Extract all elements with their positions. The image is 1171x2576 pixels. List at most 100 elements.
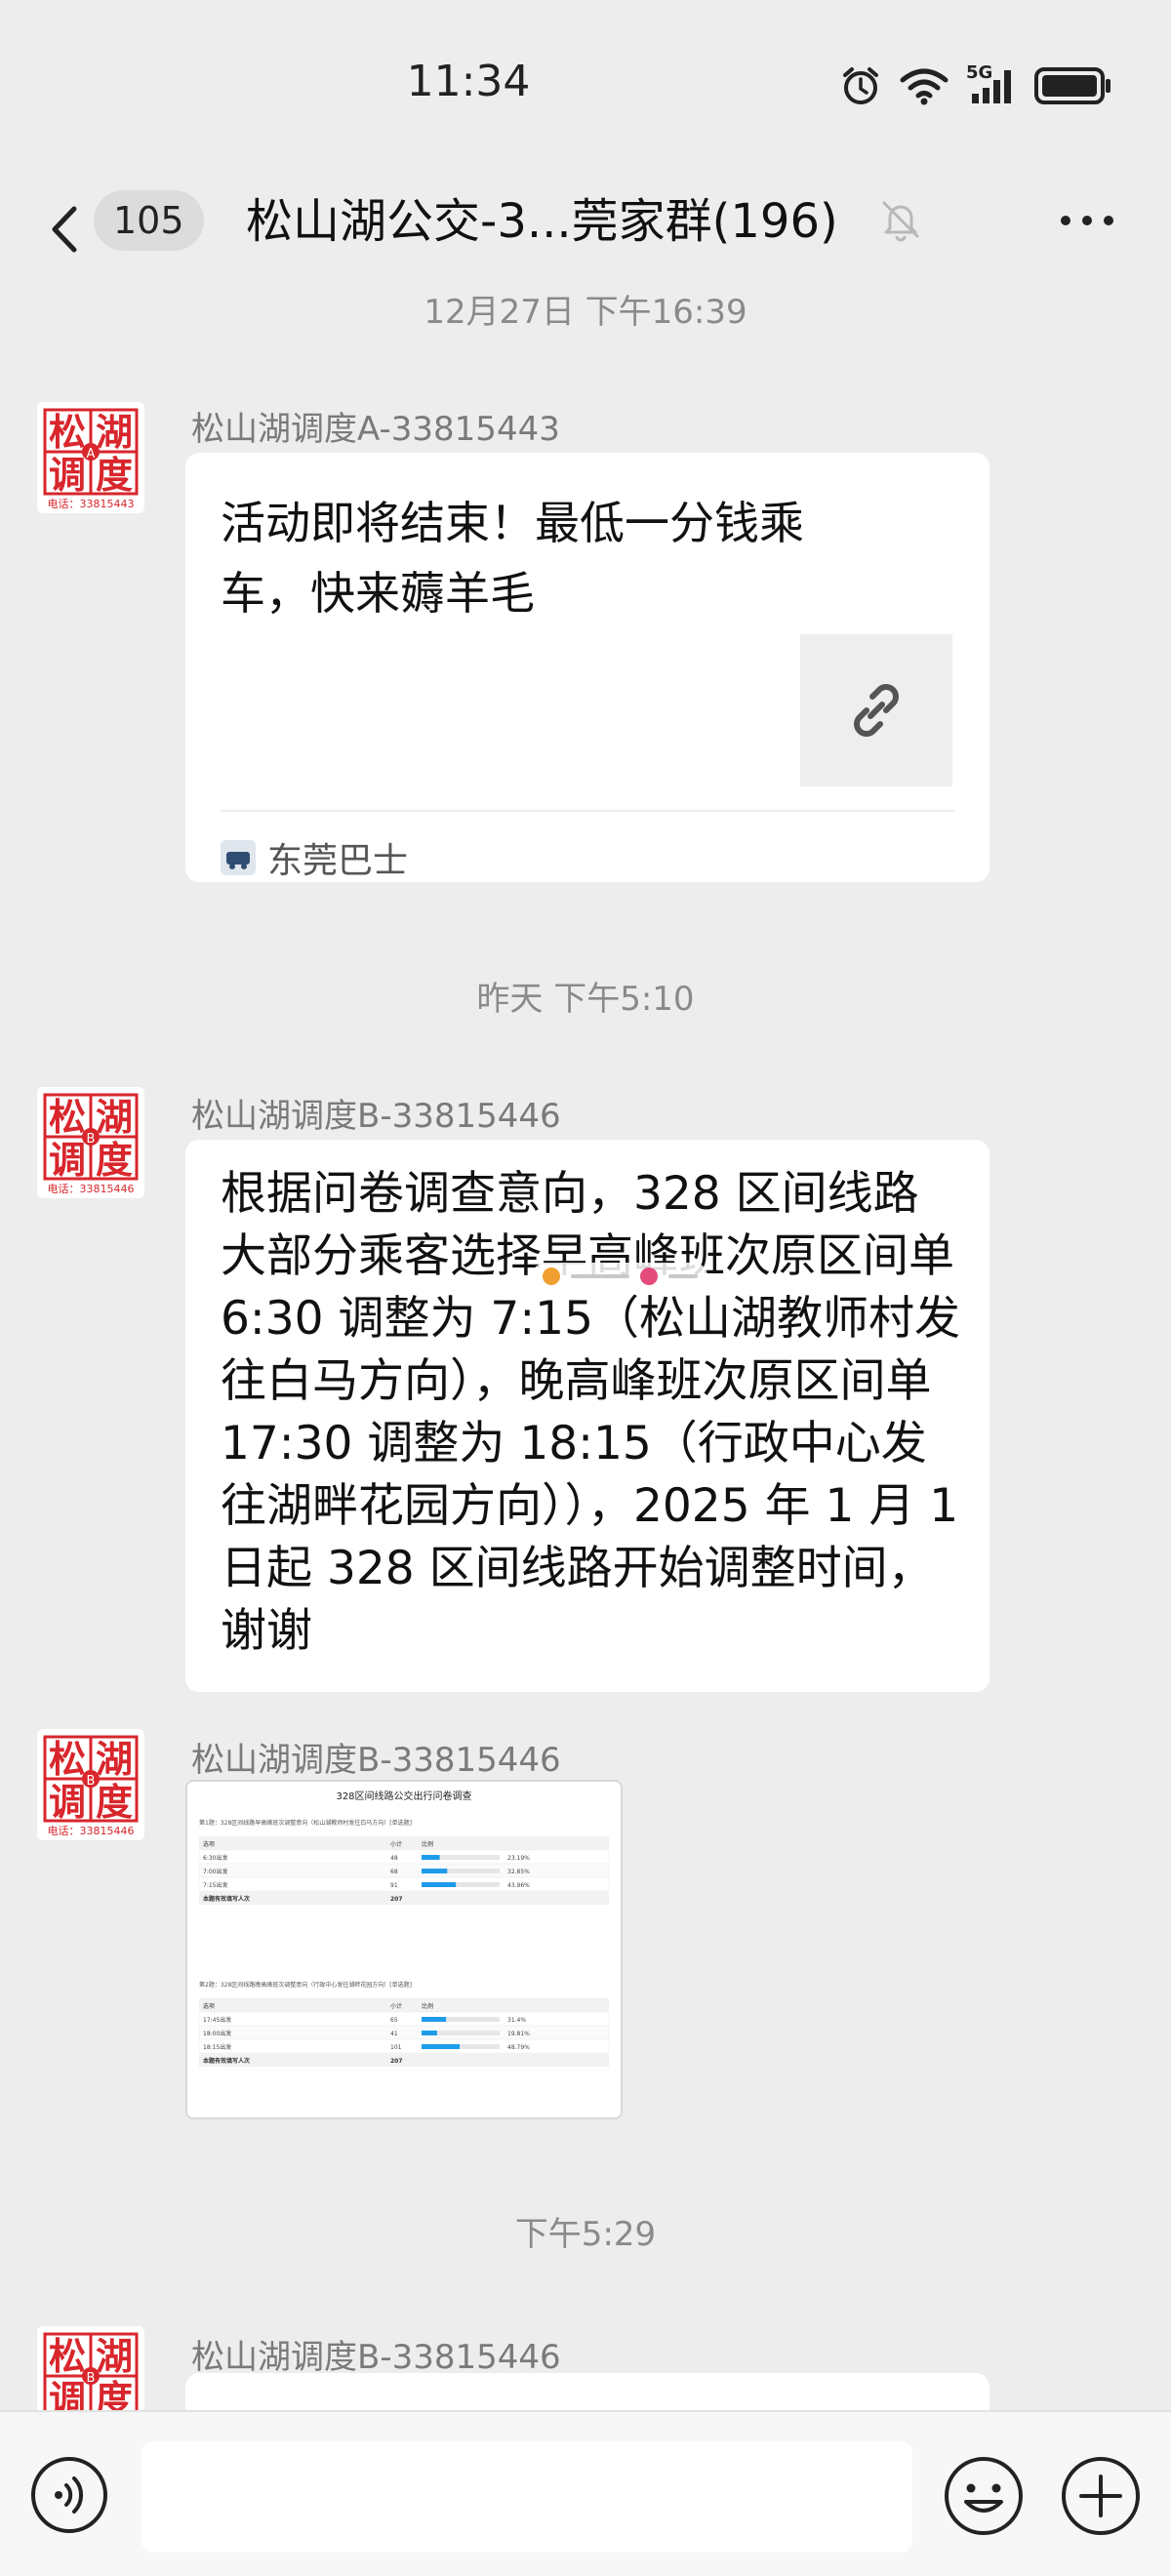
link-card-message[interactable]: 活动即将结束！最低一分钱乘车，快来薅羊毛 东莞巴士 (185, 453, 989, 882)
table-header-bg (199, 1836, 609, 1850)
ratio-bar (422, 1855, 440, 1860)
survey-image: 328区间线路公交出行问卷调查 第1题：328区间线路早高峰班次调整意向（松山湖… (187, 1782, 621, 2117)
table-cell-pct: 31.4% (507, 2017, 526, 2024)
avatar-char: 松 (49, 1096, 86, 1139)
avatar-phone: 电话：33815446 (48, 1825, 135, 1837)
avatar-phone: 电话：33815446 (48, 1183, 135, 1195)
avatar-phone: 电话：33815443 (48, 498, 135, 510)
avatar-char: 湖 (96, 2335, 133, 2378)
table-cell-pct: 23.19% (507, 1855, 530, 1862)
table-cell-pct: 43.96% (507, 1882, 530, 1889)
avatar-char: 松 (49, 411, 86, 454)
avatar-char: 度 (96, 1781, 133, 1824)
table-cell-option: 7:15出发 (203, 1881, 227, 1889)
table-cell-pct: 32.85% (507, 1869, 530, 1875)
back-arrow-icon[interactable] (41, 195, 90, 263)
table-cell-option: 17:45出发 (203, 2016, 231, 2024)
message-input[interactable] (141, 2441, 912, 2553)
chat-title[interactable]: 松山湖公交-3...莞家群(196) (246, 187, 838, 256)
table-cell-option: 18:00出发 (203, 2030, 231, 2037)
chat-header: 105 松山湖公交-3...莞家群(196) (0, 176, 1171, 293)
avatar[interactable]: 松 湖 调 度 B 电话：33815446 (37, 1087, 144, 1198)
wifi-icon (900, 66, 949, 109)
text-message[interactable]: 根据问卷调查意向，328 区间线路大部分乘客选择早高峰班次原区间单 6:30 调… (185, 1140, 989, 1692)
avatar-letter: B (87, 2371, 96, 2386)
avatar-char: 调 (49, 454, 86, 497)
battery-icon (1034, 66, 1112, 109)
avatar-char: 松 (49, 1738, 86, 1781)
avatar-char: 湖 (96, 411, 133, 454)
avatar-char: 湖 (96, 1738, 133, 1781)
mute-bell-icon (878, 197, 923, 242)
table-header-cell: 比例 (422, 2002, 433, 2010)
avatar-char: 湖 (96, 1096, 133, 1139)
table-cell-count: 91 (390, 1882, 398, 1889)
timestamp: 昨天 下午5:10 (476, 980, 695, 1019)
survey-q2-table: 选项 小计 比例 17:45出发 65 31.4% 18:00出发 41 19.81% 18:15… (198, 1998, 610, 2067)
table-row (198, 2011, 610, 2027)
ratio-bar (422, 1869, 448, 1873)
table-header-cell: 选项 (203, 2002, 215, 2010)
table-row (198, 2025, 610, 2040)
link-icon (800, 634, 952, 786)
avatar-char: 调 (49, 1781, 86, 1824)
table-header-cell: 小计 (390, 2002, 402, 2010)
sender-name: 松山湖调度B-33815446 (191, 2338, 561, 2377)
table-row (198, 1876, 610, 1892)
table-row (198, 1849, 610, 1865)
timestamp: 下午5:29 (514, 2215, 657, 2254)
table-cell-option: 18:15出发 (203, 2043, 231, 2051)
survey-q2-label: 第2题：328区间线路晚高峰班次调整意向（行政中心发往湖畔花园方向）[单选题] (199, 1981, 412, 1989)
avatar[interactable]: 松 湖 调 度 B 电话：33815446 (37, 1729, 144, 1840)
network-label: 5G (966, 62, 993, 83)
table-cell-count: 48 (390, 1855, 398, 1862)
table-cell-count: 101 (390, 2044, 402, 2051)
more-dots-icon[interactable] (1058, 211, 1116, 230)
table-total-row (199, 1891, 609, 1905)
ratio-bar (422, 2044, 461, 2049)
timestamp: 12月27日 下午16:39 (424, 293, 747, 332)
survey-q1-label: 第1题：328区间线路早高峰班次调整意向（松山湖教师村发往白马方向）[单选题] (199, 1819, 412, 1827)
avatar[interactable]: 松 湖 调 度 A 电话：33815443 (37, 402, 144, 513)
status-bar: 11:34 5G (0, 0, 1171, 176)
avatar-char: 度 (96, 1139, 133, 1182)
input-bar (0, 2410, 1171, 2576)
table-total-label: 本题有效填写人次 (203, 2057, 250, 2065)
ratio-bar (422, 2031, 437, 2035)
table-row (198, 1863, 610, 1878)
emoji-icon[interactable] (943, 2455, 1025, 2537)
table-cell-count: 68 (390, 1869, 398, 1875)
message-text: 根据问卷调查意向，328 区间线路大部分乘客选择早高峰班次原区间单 6:30 调… (221, 1167, 960, 1658)
table-cell-option: 6:30出发 (203, 1854, 227, 1862)
sender-name: 松山湖调度A-33815443 (191, 410, 560, 449)
survey-q1-table: 选项 小计 比例 6:30出发 48 23.19% 7:00出发 68 32.85% 7:15出发… (198, 1836, 610, 1905)
bus-logo-icon (221, 840, 256, 875)
avatar-char: 松 (49, 2335, 86, 2378)
signal-icon: 5G (966, 62, 1017, 109)
table-total-row (199, 2053, 609, 2067)
avatar-letter: B (87, 1774, 96, 1789)
ratio-bar (422, 1882, 457, 1887)
table-cell-pct: 19.81% (507, 2031, 530, 2037)
alarm-icon (839, 64, 882, 111)
floating-overlay (532, 1263, 707, 1290)
table-cell-pct: 48.79% (507, 2044, 530, 2051)
table-cell-count: 65 (390, 2017, 398, 2024)
unread-count-badge[interactable]: 105 (94, 190, 204, 251)
ratio-bar (422, 2017, 447, 2022)
plus-icon[interactable] (1060, 2455, 1142, 2537)
link-card-source: 东莞巴士 (221, 824, 408, 892)
survey-image-message[interactable]: 328区间线路公交出行问卷调查 第1题：328区间线路早高峰班次调整意向（松山湖… (185, 1780, 623, 2119)
source-name: 东莞巴士 (267, 841, 409, 881)
link-card-title: 活动即将结束！最低一分钱乘车，快来薅羊毛 (221, 497, 804, 620)
voice-icon[interactable] (29, 2455, 109, 2535)
table-cell-count: 41 (390, 2031, 398, 2037)
table-header-cell: 小计 (390, 1840, 402, 1848)
chat-screen: 11:34 5G 105 松山湖公交-3...莞家群(196) 12月27日 下… (0, 0, 1171, 2576)
avatar-letter: A (87, 447, 96, 462)
survey-title: 328区间线路公交出行问卷调查 (336, 1790, 471, 1802)
table-total-value: 207 (390, 1896, 403, 1903)
table-total-label: 本题有效填写人次 (203, 1895, 250, 1903)
table-total-value: 207 (390, 2058, 403, 2065)
status-time: 11:34 (406, 57, 531, 106)
